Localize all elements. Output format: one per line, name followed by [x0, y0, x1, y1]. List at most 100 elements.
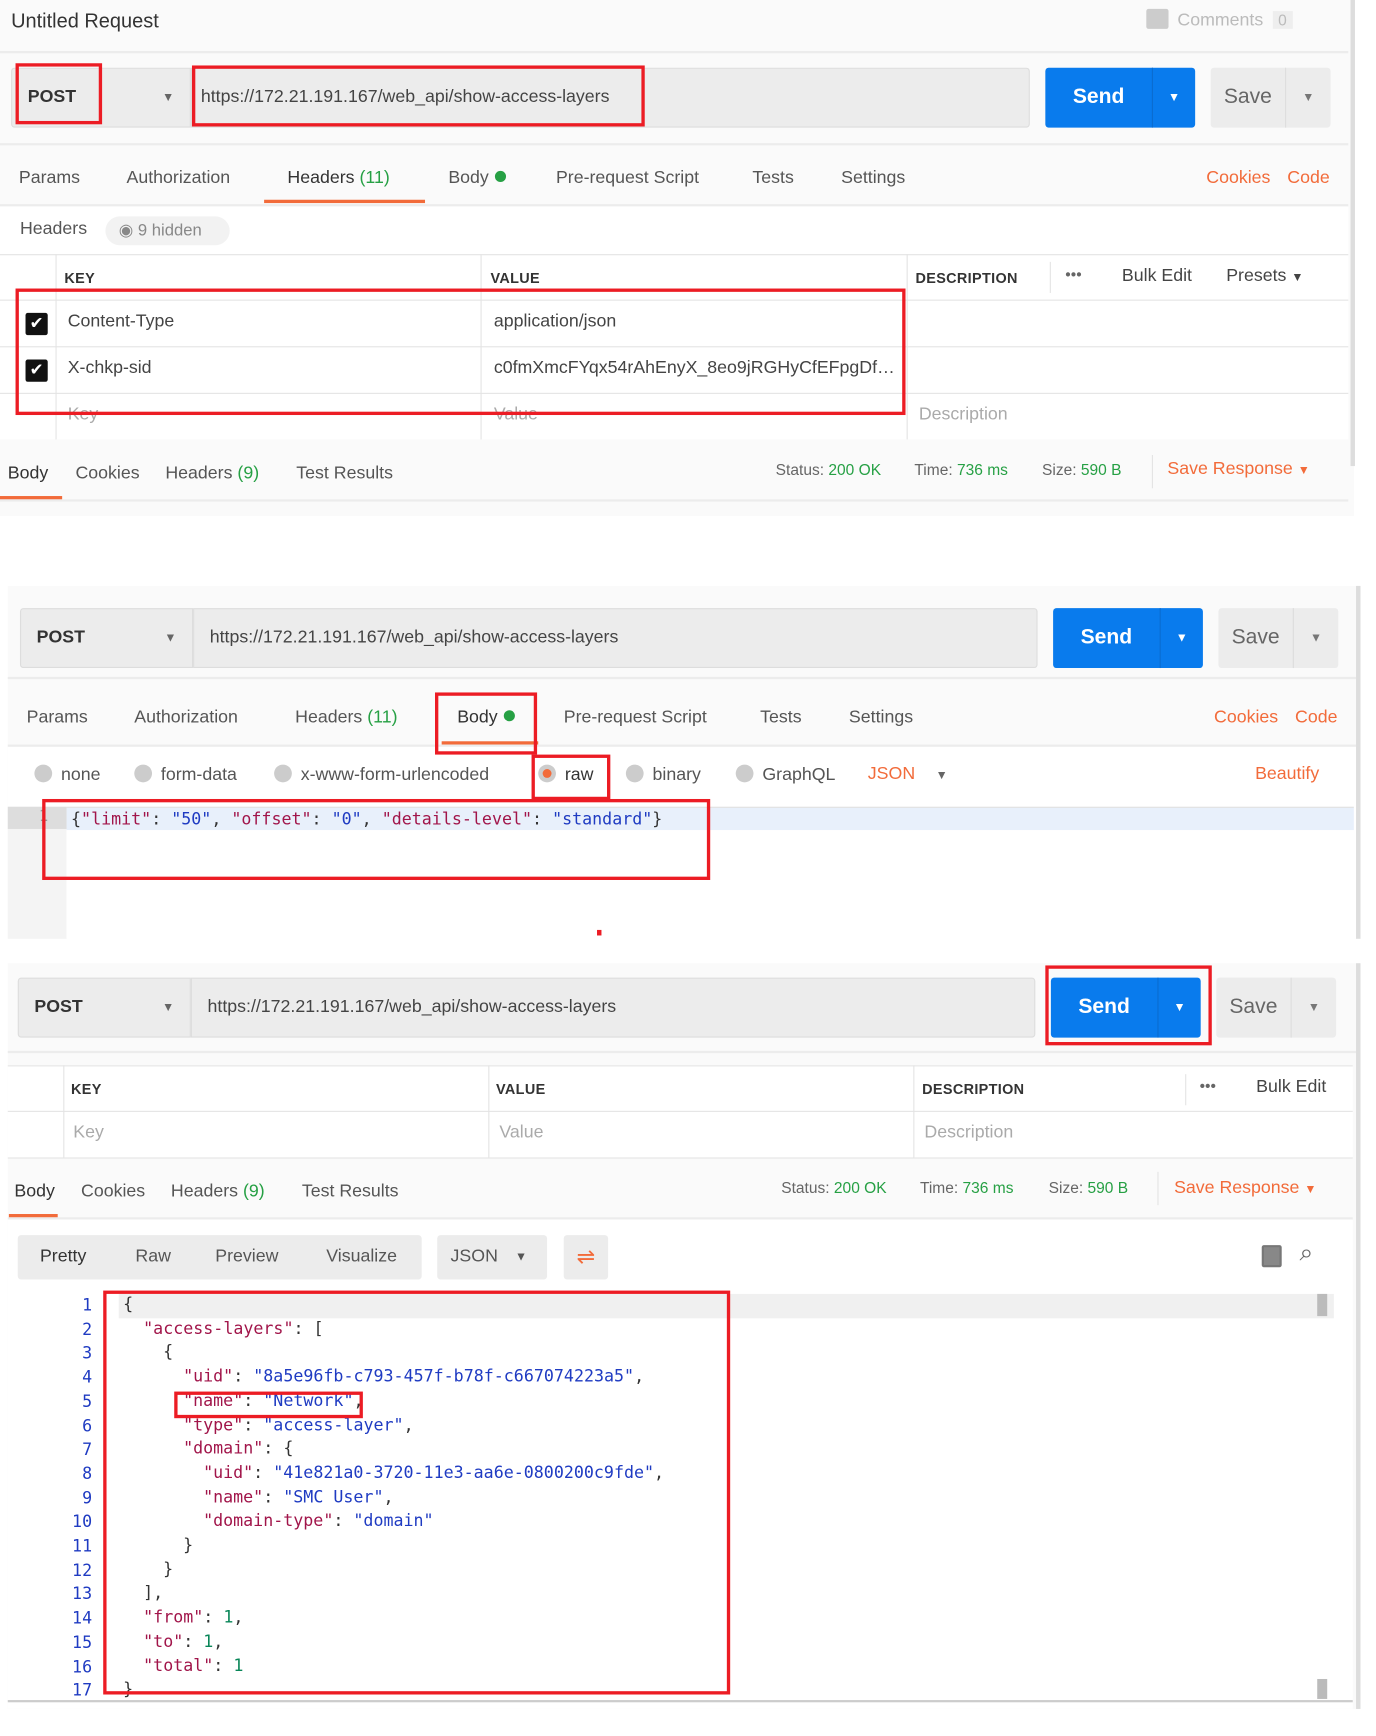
body-type-binary[interactable]: binary — [625, 764, 701, 786]
more-options-icon[interactable]: ••• — [1200, 1076, 1216, 1094]
new-key-input[interactable]: Key — [73, 1123, 104, 1143]
response-size: Size: 590 B — [1042, 461, 1121, 479]
code-token: } — [183, 1534, 194, 1555]
tab-body[interactable]: Body — [457, 708, 516, 728]
presets-dropdown[interactable]: Presets ▼ — [1226, 266, 1303, 286]
tab-tests[interactable]: Tests — [760, 708, 801, 728]
header-row-checkbox[interactable]: ✔ — [25, 359, 48, 382]
response-time: Time: 736 ms — [914, 461, 1008, 479]
response-format-select[interactable]: JSON ▼ — [437, 1235, 548, 1280]
code-link[interactable]: Code — [1287, 169, 1329, 189]
format-select[interactable]: JSON ▼ — [868, 765, 948, 785]
code-token: "limit" — [81, 808, 152, 829]
more-options-icon[interactable]: ••• — [1065, 265, 1081, 283]
bulk-edit-link[interactable]: Bulk Edit — [1122, 266, 1192, 286]
view-preview[interactable]: Preview — [215, 1235, 278, 1279]
new-value-input[interactable]: Value — [494, 405, 538, 425]
response-tab-body[interactable]: Body — [14, 1182, 54, 1202]
send-options-chevron-icon[interactable]: ▼ — [1157, 977, 1200, 1038]
save-response-dropdown[interactable]: Save Response ▼ — [1167, 459, 1309, 479]
save-response-dropdown[interactable]: Save Response ▼ — [1174, 1179, 1316, 1199]
header-key[interactable]: X-chkp-sid — [68, 358, 152, 378]
body-type-graphql[interactable]: GraphQL — [735, 764, 835, 786]
code-token: "standard" — [552, 808, 653, 829]
copy-icon[interactable] — [1261, 1245, 1282, 1268]
request-panel-headers: Untitled Request Comments 0 POST ▼ https:… — [0, 0, 1354, 517]
comments-count: 0 — [1272, 11, 1293, 29]
bulk-edit-link[interactable]: Bulk Edit — [1256, 1078, 1326, 1098]
new-description-input[interactable]: Description — [924, 1123, 1013, 1143]
method-select[interactable]: POST ▼ — [11, 67, 191, 128]
save-options-chevron-icon[interactable]: ▼ — [1290, 977, 1336, 1038]
response-tab-cookies[interactable]: Cookies — [81, 1182, 145, 1202]
tab-headers[interactable]: Headers (11) — [295, 708, 397, 728]
tab-authorization[interactable]: Authorization — [127, 169, 231, 189]
url-input[interactable]: https://172.21.191.167/web_api/show-acce… — [193, 608, 1038, 669]
save-button[interactable]: Save ▼ — [1216, 977, 1337, 1038]
code-editor[interactable]: {"limit": "50", "offset": "0", "details-… — [66, 806, 1354, 939]
method-select[interactable]: POST ▼ — [17, 977, 191, 1038]
response-tab-test-results[interactable]: Test Results — [296, 464, 393, 484]
tab-tests[interactable]: Tests — [752, 169, 793, 189]
response-tab-test-results[interactable]: Test Results — [302, 1182, 399, 1202]
tab-params[interactable]: Params — [19, 169, 80, 189]
hidden-headers-toggle[interactable]: ◉ 9 hidden — [105, 216, 230, 246]
tab-prerequest-script[interactable]: Pre-request Script — [556, 169, 699, 189]
view-raw[interactable]: Raw — [135, 1235, 171, 1279]
save-options-chevron-icon[interactable]: ▼ — [1292, 608, 1338, 669]
response-tab-headers[interactable]: Headers (9) — [165, 464, 259, 484]
body-type-urlencoded[interactable]: x-www-form-urlencoded — [274, 764, 489, 786]
code-token: "domain-type" — [203, 1510, 334, 1531]
tab-headers[interactable]: Headers (11) — [287, 169, 389, 189]
tab-body[interactable]: Body — [448, 169, 507, 189]
new-key-input[interactable]: Key — [68, 405, 99, 425]
code-link[interactable]: Code — [1295, 708, 1337, 728]
response-tab-headers[interactable]: Headers (9) — [171, 1182, 265, 1202]
save-button[interactable]: Save ▼ — [1218, 608, 1339, 669]
time-value: 736 ms — [962, 1178, 1014, 1197]
send-button[interactable]: Send ▼ — [1045, 67, 1196, 128]
column-key: KEY — [71, 1080, 102, 1098]
chevron-down-icon: ▼ — [162, 1000, 175, 1015]
header-key[interactable]: Content-Type — [68, 312, 175, 332]
url-input[interactable]: https://172.21.191.167/web_api/show-acce… — [190, 67, 1030, 128]
method-select[interactable]: POST ▼ — [19, 608, 194, 669]
header-value[interactable]: c0fmXmcFYqx54rAhEnyX_8eo9jRGHyCfEFpgDf… — [494, 358, 899, 378]
comments-button[interactable]: Comments 0 — [1146, 8, 1293, 31]
tab-prerequest-script[interactable]: Pre-request Script — [564, 708, 707, 728]
body-type-none[interactable]: none — [34, 764, 101, 786]
send-button[interactable]: Send ▼ — [1050, 977, 1201, 1038]
view-pretty[interactable]: Pretty — [40, 1235, 86, 1279]
tab-settings[interactable]: Settings — [841, 169, 905, 189]
scrollbar[interactable] — [1317, 1678, 1328, 1699]
response-tab-body[interactable]: Body — [8, 464, 48, 484]
search-icon[interactable]: ⌕ — [1299, 1238, 1313, 1267]
header-row-checkbox[interactable]: ✔ — [25, 312, 48, 336]
send-button[interactable]: Send ▼ — [1053, 608, 1203, 669]
new-value-input[interactable]: Value — [499, 1123, 543, 1143]
save-response-label: Save Response — [1167, 459, 1293, 479]
url-input[interactable]: https://172.21.191.167/web_api/show-acce… — [190, 977, 1036, 1038]
header-value[interactable]: application/json — [494, 312, 616, 332]
scrollbar[interactable] — [1317, 1293, 1328, 1317]
view-visualize[interactable]: Visualize — [326, 1235, 397, 1279]
save-button[interactable]: Save ▼ — [1210, 67, 1331, 128]
body-type-raw[interactable]: raw — [538, 764, 593, 786]
response-tab-cookies[interactable]: Cookies — [75, 464, 139, 484]
cookies-link[interactable]: Cookies — [1214, 708, 1278, 728]
cookies-link[interactable]: Cookies — [1206, 169, 1270, 189]
tab-settings[interactable]: Settings — [849, 708, 913, 728]
line-number: 10 — [72, 1511, 93, 1532]
wrap-lines-button[interactable]: ⇌ — [563, 1235, 609, 1280]
save-options-chevron-icon[interactable]: ▼ — [1285, 67, 1330, 128]
body-indicator-dot — [495, 170, 507, 182]
send-options-chevron-icon[interactable]: ▼ — [1151, 67, 1195, 128]
new-description-input[interactable]: Description — [919, 405, 1008, 425]
tab-authorization[interactable]: Authorization — [134, 708, 238, 728]
body-type-form-data[interactable]: form-data — [134, 764, 237, 786]
send-options-chevron-icon[interactable]: ▼ — [1159, 608, 1203, 669]
tab-params[interactable]: Params — [27, 708, 88, 728]
beautify-link[interactable]: Beautify — [1255, 765, 1319, 785]
presets-label: Presets — [1226, 266, 1287, 286]
column-description: DESCRIPTION — [922, 1080, 1025, 1098]
